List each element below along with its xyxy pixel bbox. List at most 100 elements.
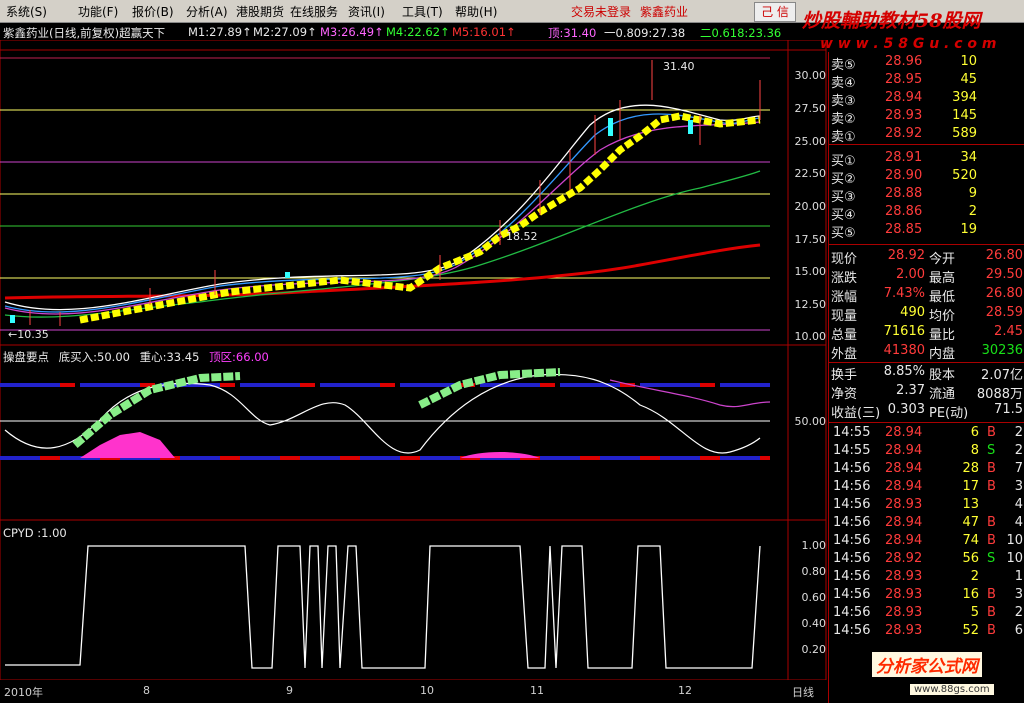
fund-value: 8.85%: [883, 364, 925, 379]
tick-count: 4: [1014, 515, 1023, 530]
tick-time: 14:56: [833, 533, 871, 548]
close-button[interactable]: 己 信: [754, 2, 796, 22]
menu-online-service[interactable]: 在线服务: [290, 3, 338, 20]
ask-price: 28.96: [885, 54, 923, 69]
tick-direction: B: [987, 605, 996, 620]
tick-time: 14:56: [833, 515, 871, 530]
stat-key: 现价: [831, 252, 858, 267]
bid-row: 买⑤ 28.85 19: [829, 222, 1024, 241]
indicator-title-row: 操盘要点 底买入:50.00 重心:33.45 顶区:66.00: [3, 349, 269, 365]
tick-volume: 74: [962, 533, 979, 548]
tick-row: 14:56 28.94 28 B 7: [829, 461, 1024, 479]
tick-time: 14:56: [833, 569, 871, 584]
stat-key: 均价: [929, 309, 956, 324]
ask-row: 卖① 28.92 589: [829, 126, 1024, 145]
tick-count: 10: [1006, 533, 1023, 548]
bid-volume: 520: [952, 168, 977, 183]
quote-panel: 卖⑤ 28.96 10 卖④ 28.95 45 卖③ 28.94 394 卖② 28.93 145 卖①…: [828, 52, 1024, 703]
stat-value: 30236: [981, 343, 1023, 358]
stat-row: 外盘 41380 内盘 30236: [829, 343, 1024, 362]
stat-row: 涨幅 7.43% 最低 26.80: [829, 286, 1024, 305]
ask-price: 28.92: [885, 126, 923, 141]
fund-row: 净资 2.37 流通 8088万: [829, 383, 1024, 402]
tick-direction: B: [987, 515, 996, 530]
menu-help[interactable]: 帮助(H): [455, 3, 497, 20]
tick-volume: 6: [970, 425, 979, 440]
stat-key: 外盘: [831, 347, 858, 362]
bid-price: 28.86: [885, 204, 923, 219]
stat-value: 26.80: [985, 286, 1023, 301]
tick-volume: 5: [970, 605, 979, 620]
fund-key: 净资: [831, 387, 858, 402]
tick-volume: 13: [962, 497, 979, 512]
menu-news[interactable]: 资讯(I): [348, 3, 385, 20]
tick-count: 2: [1014, 425, 1023, 440]
menu-function[interactable]: 功能(F): [78, 3, 118, 20]
tick-volume: 2: [970, 569, 979, 584]
tick-count: 1: [1014, 569, 1023, 584]
bid-price: 28.85: [885, 222, 923, 237]
tick-direction: B: [987, 479, 996, 494]
ask-row: 卖④ 28.95 45: [829, 72, 1024, 91]
tick-time: 14:56: [833, 479, 871, 494]
stat-key: 今开: [929, 252, 956, 267]
fund-row: 换手 8.85% 股本 2.07亿: [829, 364, 1024, 383]
stat-value: 71616: [883, 324, 925, 339]
tick-count: 2: [1014, 443, 1023, 458]
tick-row: 14:56 28.93 16 B 3: [829, 587, 1024, 605]
tick-price: 28.92: [885, 551, 923, 566]
ask-price: 28.94: [885, 90, 923, 105]
tick-time: 14:55: [833, 425, 871, 440]
menu-hk-futures[interactable]: 港股期货: [236, 3, 284, 20]
tick-count: 3: [1014, 587, 1023, 602]
stat-value: 7.43%: [883, 286, 925, 301]
menu-analysis[interactable]: 分析(A): [186, 3, 228, 20]
tick-volume: 16: [962, 587, 979, 602]
tick-time: 14:56: [833, 551, 871, 566]
bid-volume: 34: [960, 150, 977, 165]
tick-row: 14:56 28.93 5 B 2: [829, 605, 1024, 623]
fund-key: 换手: [831, 368, 858, 383]
stat-row: 现量 490 均价 28.59: [829, 305, 1024, 324]
menu-tools[interactable]: 工具(T): [402, 3, 443, 20]
tick-direction: B: [987, 425, 996, 440]
tick-row: 14:56 28.94 47 B 4: [829, 515, 1024, 533]
chart-title: 紫鑫药业(日线,前复权)超赢天下: [3, 26, 166, 40]
ma3-label: M3:26.49↑: [320, 25, 384, 39]
ask-volume: 145: [952, 108, 977, 123]
tick-direction: B: [987, 587, 996, 602]
menu-system[interactable]: 系统(S): [6, 3, 47, 20]
tick-row: 14:56 28.93 13 4: [829, 497, 1024, 515]
ask-price: 28.93: [885, 108, 923, 123]
tick-price: 28.93: [885, 587, 923, 602]
ask-label: 卖①: [831, 130, 856, 145]
tick-price: 28.94: [885, 515, 923, 530]
fib-top-label: 顶:31.40: [548, 26, 597, 40]
bid-price: 28.91: [885, 150, 923, 165]
tick-volume: 52: [962, 623, 979, 638]
ask-row: 卖⑤ 28.96 10: [829, 54, 1024, 73]
ask-label: 卖③: [831, 94, 856, 109]
ma1-label: M1:27.89↑: [188, 25, 252, 39]
ask-price: 28.95: [885, 72, 923, 87]
fund-value: 71.5: [994, 402, 1023, 417]
tick-row: 14:56 28.93 52 B 6: [829, 623, 1024, 641]
tick-row: 14:55 28.94 8 S 2: [829, 443, 1024, 461]
bid-price: 28.88: [885, 186, 923, 201]
ma4-label: M4:22.62↑: [386, 25, 450, 39]
fib-0618-label: 二0.618:23.36: [700, 26, 782, 40]
stat-value: 2.00: [896, 267, 925, 282]
tick-count: 7: [1014, 461, 1023, 476]
low-label: ←10.35: [8, 328, 49, 341]
fib-0809-label: 一0.809:27.38: [604, 26, 686, 40]
menu-stock-name: 紫鑫药业: [640, 5, 689, 19]
tick-price: 28.94: [885, 461, 923, 476]
ma5-line: [4, 243, 761, 300]
cpyd-line: [5, 545, 761, 669]
fund-value: 2.37: [896, 383, 925, 398]
bid-label: 买③: [831, 190, 856, 205]
fund-row: 收益(三) 0.303 PE(动) 71.5: [829, 402, 1024, 421]
bid-label: 买②: [831, 172, 856, 187]
ma1-line: [4, 104, 761, 311]
menu-quote[interactable]: 报价(B): [132, 3, 174, 20]
